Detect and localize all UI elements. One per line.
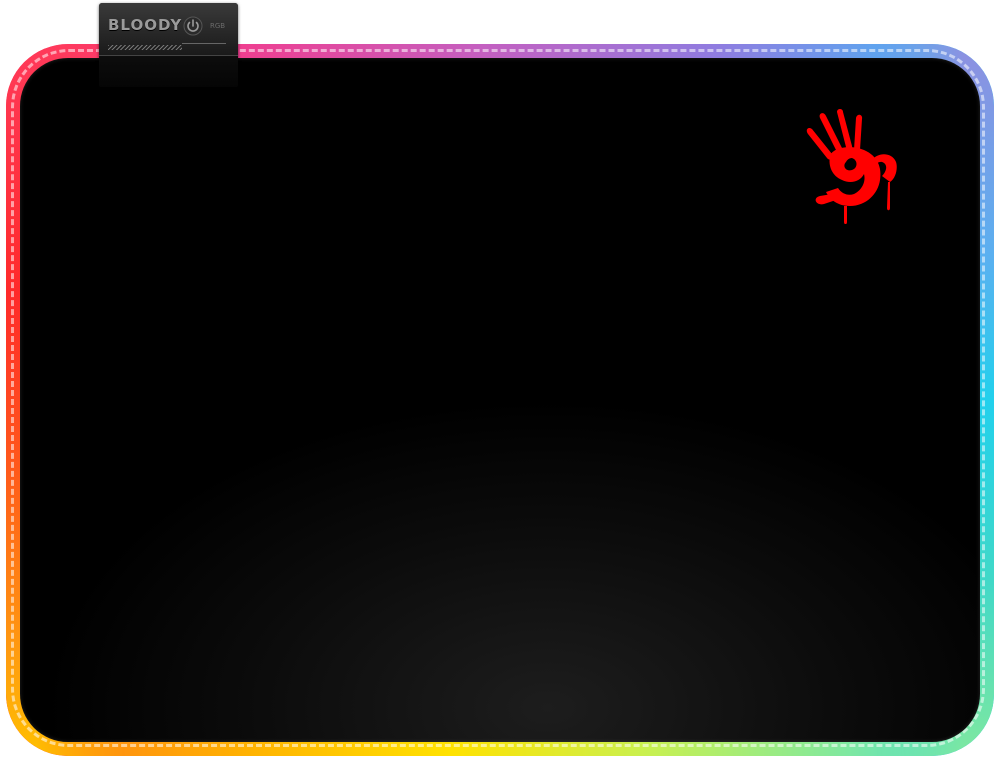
controller-line (182, 43, 226, 44)
controller-stripes (108, 45, 182, 50)
controller-face: BLOODY RGB (99, 3, 238, 56)
brand-label: BLOODY (108, 16, 183, 34)
rgb-controller-box: BLOODY RGB (99, 3, 238, 87)
page: { "product": { "type": "rgb-mouse-pad", … (0, 0, 1000, 761)
bloody-hand-logo-icon (806, 109, 897, 224)
power-icon[interactable] (183, 16, 203, 36)
rgb-mode-label: RGB (210, 22, 226, 30)
